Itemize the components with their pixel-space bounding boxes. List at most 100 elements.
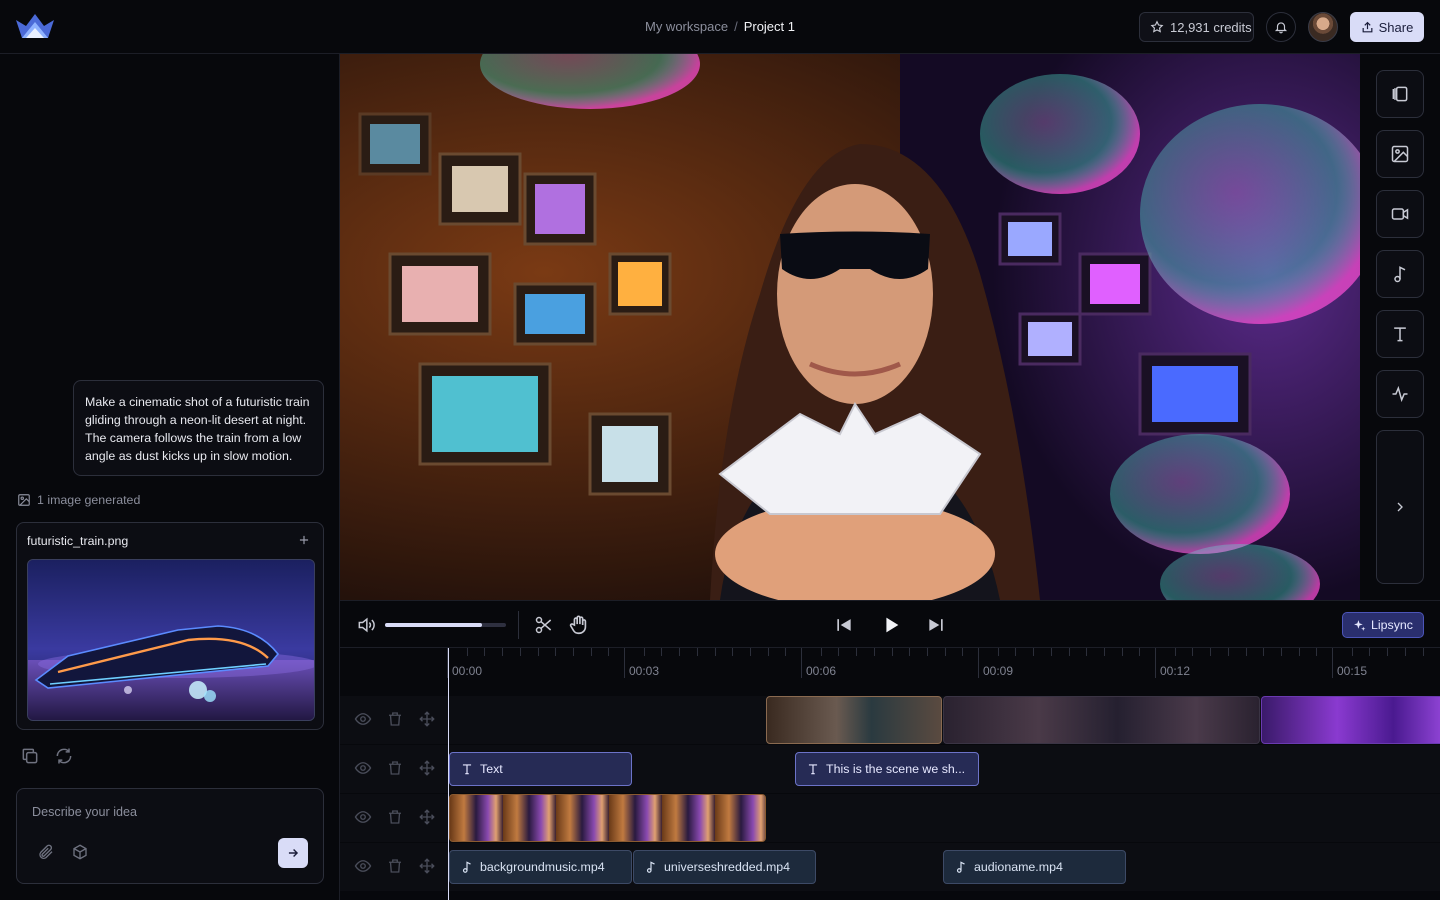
breadcrumb-project[interactable]: Project 1 bbox=[744, 19, 795, 34]
ruler-minor-tick bbox=[661, 648, 663, 656]
trash-icon[interactable] bbox=[386, 759, 404, 777]
move-icon[interactable] bbox=[418, 808, 436, 826]
ruler-minor-tick bbox=[1103, 648, 1105, 656]
send-button[interactable] bbox=[278, 838, 308, 868]
sidebar-toggle-button[interactable] bbox=[1376, 70, 1424, 118]
trash-icon[interactable] bbox=[386, 808, 404, 826]
audio-clip-3[interactable]: audioname.mp4 bbox=[943, 850, 1126, 884]
cube-icon[interactable] bbox=[71, 843, 89, 861]
image-actions bbox=[20, 746, 74, 766]
ruler-minor-tick bbox=[696, 648, 698, 656]
ruler-minor-tick bbox=[1210, 648, 1212, 656]
skip-forward-icon[interactable] bbox=[926, 615, 946, 635]
move-icon[interactable] bbox=[418, 857, 436, 875]
waveform-tool-button[interactable] bbox=[1376, 370, 1424, 418]
time-ruler[interactable]: 00:00 00:03 00:06 00:09 00:12 00:15 bbox=[340, 648, 1440, 688]
paperclip-icon[interactable] bbox=[37, 843, 55, 861]
scissors-icon[interactable] bbox=[534, 615, 554, 635]
eye-icon[interactable] bbox=[354, 857, 372, 875]
ruler-minor-tick bbox=[873, 648, 875, 656]
input-tools bbox=[37, 843, 89, 861]
ruler-minor-tick bbox=[1015, 648, 1017, 656]
eye-icon[interactable] bbox=[354, 808, 372, 826]
trash-icon[interactable] bbox=[386, 710, 404, 728]
breadcrumb-workspace[interactable]: My workspace bbox=[645, 19, 728, 34]
eye-icon[interactable] bbox=[354, 710, 372, 728]
audio-tool-button[interactable] bbox=[1376, 250, 1424, 298]
playhead[interactable] bbox=[448, 648, 449, 900]
top-bar: My workspace / Project 1 12,931 credits Sh… bbox=[0, 0, 1440, 54]
copy-icon[interactable] bbox=[20, 746, 40, 766]
ruler-minor-tick bbox=[767, 648, 769, 656]
ruler-minor-tick bbox=[1050, 648, 1052, 656]
image-tool-button[interactable] bbox=[1376, 130, 1424, 178]
idea-input-box[interactable] bbox=[16, 788, 324, 884]
refresh-icon[interactable] bbox=[54, 746, 74, 766]
expand-panel-button[interactable] bbox=[1376, 430, 1424, 584]
play-icon[interactable] bbox=[880, 614, 902, 636]
idea-input[interactable] bbox=[32, 805, 302, 819]
move-icon[interactable] bbox=[418, 710, 436, 728]
prompt-message: Make a cinematic shot of a futuristic tr… bbox=[73, 380, 324, 476]
generated-image-card[interactable]: futuristic_train.png bbox=[16, 522, 324, 730]
ruler-minor-tick bbox=[714, 648, 716, 656]
generated-image-thumbnail[interactable] bbox=[27, 559, 315, 721]
timeline[interactable]: 00:00 00:03 00:06 00:09 00:12 00:15 Text This… bbox=[340, 648, 1440, 900]
credits-button[interactable]: 12,931 credits bbox=[1139, 12, 1254, 42]
video-clip-main[interactable] bbox=[449, 794, 766, 842]
hand-icon[interactable] bbox=[568, 614, 590, 636]
plus-icon[interactable] bbox=[297, 531, 311, 552]
ruler-minor-tick bbox=[1227, 648, 1229, 656]
ruler-minor-tick bbox=[856, 648, 858, 656]
ruler-minor-tick bbox=[1298, 648, 1300, 656]
ruler-minor-tick bbox=[1139, 648, 1141, 656]
ruler-minor-tick bbox=[838, 648, 840, 656]
ruler-minor-tick bbox=[997, 648, 999, 656]
move-icon[interactable] bbox=[418, 759, 436, 777]
volume-level bbox=[385, 623, 482, 627]
track-audio: backgroundmusic.mp4 universeshredded.mp4… bbox=[340, 843, 1440, 891]
ruler-minor-tick bbox=[1263, 648, 1265, 656]
ruler-minor-tick bbox=[484, 648, 486, 656]
lipsync-label: Lipsync bbox=[1370, 618, 1413, 632]
notifications-button[interactable] bbox=[1266, 12, 1296, 42]
ruler-minor-tick bbox=[1174, 648, 1176, 656]
ruler-time-label: 00:06 bbox=[806, 664, 837, 678]
ruler-minor-tick bbox=[749, 648, 751, 656]
video-tool-button[interactable] bbox=[1376, 190, 1424, 238]
ruler-minor-tick bbox=[1192, 648, 1194, 656]
video-preview[interactable] bbox=[340, 54, 1360, 600]
text-clip-2[interactable]: This is the scene we sh... bbox=[795, 752, 979, 786]
ruler-minor-tick bbox=[679, 648, 681, 656]
text-clip-1[interactable]: Text bbox=[449, 752, 632, 786]
ruler-minor-tick bbox=[572, 648, 574, 656]
text-icon bbox=[808, 764, 818, 775]
audio-clip-2[interactable]: universeshredded.mp4 bbox=[633, 850, 816, 884]
text-tool-button[interactable] bbox=[1376, 310, 1424, 358]
music-note-icon bbox=[462, 861, 471, 873]
video-clip-nebula[interactable] bbox=[766, 696, 942, 744]
eye-icon[interactable] bbox=[354, 759, 372, 777]
ruler-time-label: 00:12 bbox=[1160, 664, 1191, 678]
ruler-minor-tick bbox=[962, 648, 964, 656]
bell-icon bbox=[1274, 22, 1288, 34]
audio-clip-1[interactable]: backgroundmusic.mp4 bbox=[449, 850, 632, 884]
volume-icon[interactable] bbox=[356, 615, 376, 635]
text-clip-label: This is the scene we sh... bbox=[826, 762, 966, 776]
share-button[interactable]: Share bbox=[1350, 12, 1424, 42]
arrow-right-icon bbox=[288, 849, 299, 857]
trash-icon[interactable] bbox=[386, 857, 404, 875]
avatar[interactable] bbox=[1308, 12, 1338, 42]
volume-slider[interactable] bbox=[385, 623, 506, 627]
ruler-minor-tick bbox=[1033, 648, 1035, 656]
image-icon bbox=[1391, 145, 1409, 163]
ruler-major-tick bbox=[1332, 648, 1333, 678]
image-filename: futuristic_train.png bbox=[27, 534, 129, 548]
generated-status: 1 image generated bbox=[17, 493, 140, 507]
video-clip-milkyway[interactable] bbox=[943, 696, 1260, 744]
video-clip-galaxy[interactable] bbox=[1261, 696, 1440, 744]
skip-back-icon[interactable] bbox=[834, 615, 854, 635]
audio-clip-label: audioname.mp4 bbox=[974, 860, 1063, 874]
ruler-minor-tick bbox=[909, 648, 911, 656]
lipsync-button[interactable]: Lipsync bbox=[1342, 612, 1424, 638]
